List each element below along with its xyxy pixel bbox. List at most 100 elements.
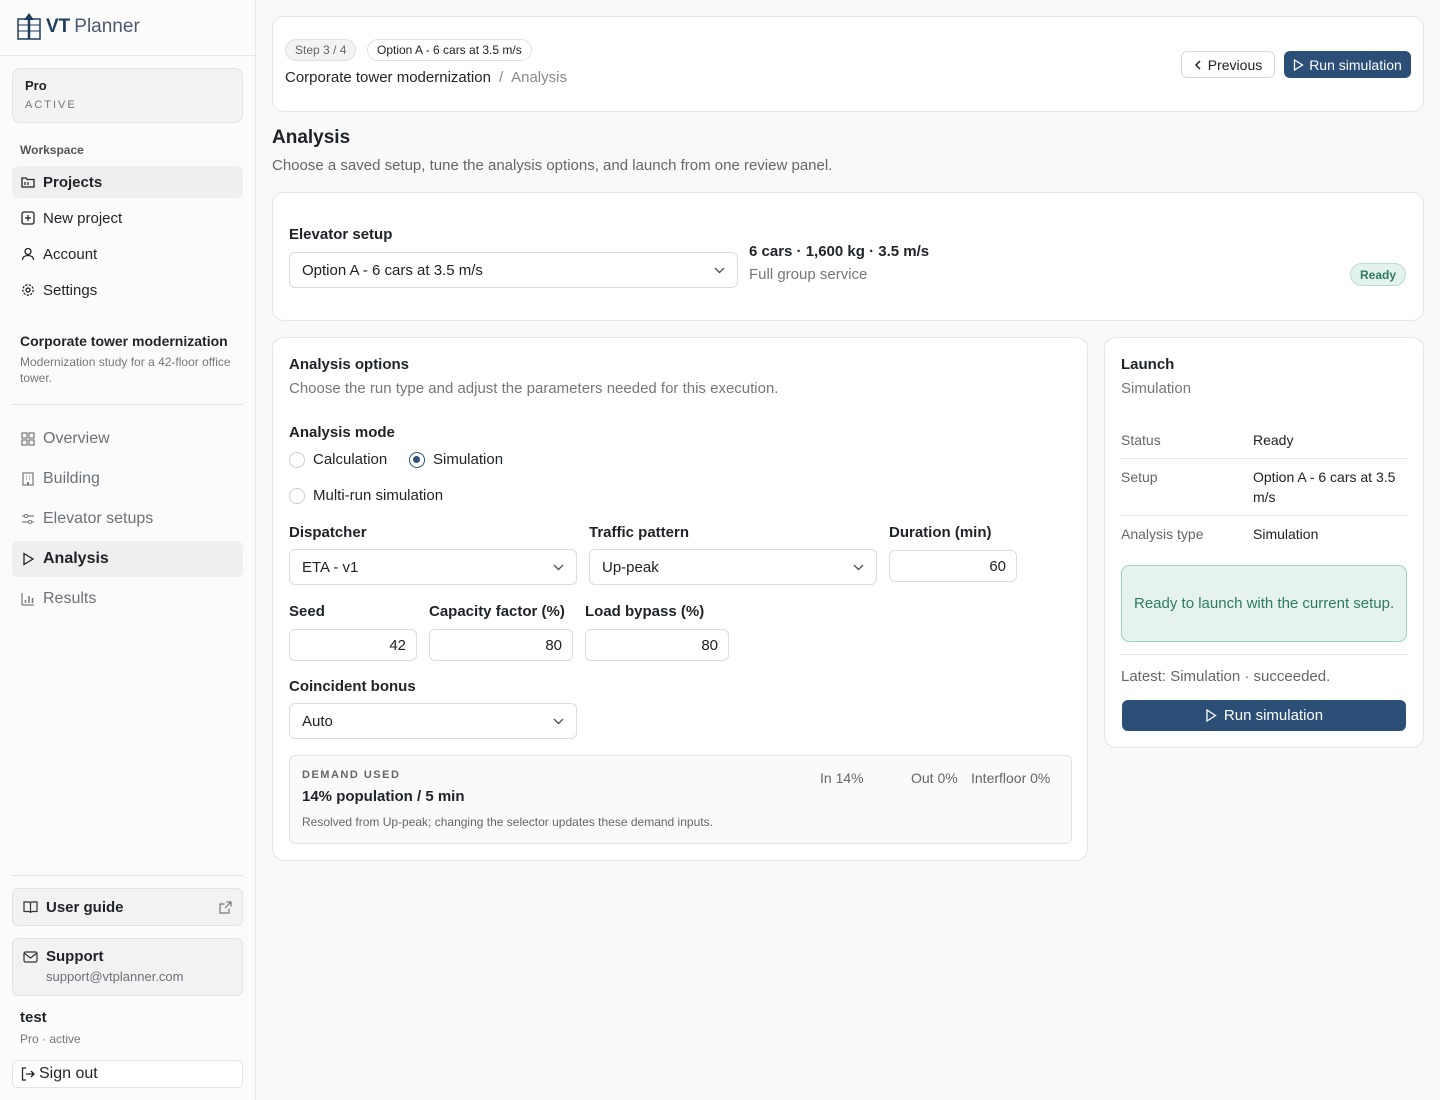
launch-subtitle: Simulation <box>1121 380 1192 397</box>
app-logo[interactable]: VT Planner <box>16 12 140 42</box>
launch-panel: Launch Simulation Status Ready Setup Opt… <box>1104 337 1424 748</box>
sidebar-item-label: Elevator setups <box>43 510 154 527</box>
breadcrumb: Corporate tower modernization / Analysis <box>285 69 567 86</box>
previous-label: Previous <box>1207 56 1263 73</box>
page-title: Analysis <box>272 127 351 148</box>
chevron-down-icon <box>553 564 564 570</box>
chevron-down-icon <box>553 718 564 724</box>
sidebar-item-settings[interactable]: Settings <box>12 274 243 306</box>
user-plan: Pro · active <box>20 1032 81 1046</box>
play-icon <box>23 552 35 566</box>
setup-service: Full group service <box>749 266 868 283</box>
step-indicator: Step 3 / 4 <box>285 39 357 61</box>
sidebar-item-new-project[interactable]: New project <box>12 202 243 234</box>
run-simulation-header-button[interactable]: Run simulation <box>1284 51 1411 78</box>
sidebar-item-projects[interactable]: Projects <box>12 166 243 198</box>
logo-text-primary: VT <box>46 16 71 37</box>
plan-card: Pro ACTIVE <box>12 68 243 123</box>
load-bypass-input[interactable]: 80 <box>585 629 729 661</box>
latest-run-status: Latest: Simulation · succeeded. <box>1121 668 1331 685</box>
logout-icon <box>21 1067 35 1081</box>
book-icon <box>23 901 38 914</box>
plus-square-icon <box>21 211 35 225</box>
coincident-bonus-select[interactable]: Auto <box>289 703 577 739</box>
breadcrumb-project[interactable]: Corporate tower modernization <box>285 69 491 86</box>
demand-out: Out 0% <box>911 770 958 786</box>
elevator-setup-select[interactable]: Option A - 6 cars at 3.5 m/s <box>289 252 738 288</box>
sidebar-item-building[interactable]: Building <box>12 461 243 497</box>
wizard-header: Step 3 / 4 Option A - 6 cars at 3.5 m/s … <box>272 16 1424 112</box>
divider <box>0 55 255 56</box>
radio-calculation[interactable]: Calculation <box>289 451 387 468</box>
radio-simulation[interactable]: Simulation <box>409 451 503 468</box>
project-description: Modernization study for a 42-floor offic… <box>20 355 231 385</box>
breadcrumb-current: Analysis <box>511 69 567 86</box>
sliders-icon <box>22 513 34 525</box>
page-subtitle: Choose a saved setup, tune the analysis … <box>272 157 833 174</box>
seed-label: Seed <box>289 603 325 620</box>
elevator-setup-value: Option A - 6 cars at 3.5 m/s <box>302 261 483 279</box>
divider <box>12 875 243 876</box>
ready-message: Ready to launch with the current setup. <box>1121 565 1407 642</box>
radio-button[interactable] <box>289 451 305 468</box>
run-simulation-label: Run simulation <box>1223 707 1324 724</box>
load-bypass-label: Load bypass (%) <box>585 603 705 620</box>
previous-button[interactable]: Previous <box>1181 51 1275 78</box>
divider <box>12 404 243 405</box>
demand-summary: DEMAND USED 14% population / 5 min Resol… <box>289 755 1072 844</box>
run-simulation-button[interactable]: Run simulation <box>1122 700 1406 731</box>
sidebar-item-elevator-setups[interactable]: Elevator setups <box>12 501 243 537</box>
chevron-down-icon <box>714 267 725 273</box>
traffic-pattern-select[interactable]: Up-peak <box>589 549 877 585</box>
sidebar-item-account[interactable]: Account <box>12 238 243 270</box>
analysis-type-key: Analysis type <box>1121 526 1204 542</box>
building-icon <box>22 472 34 486</box>
sign-out-button[interactable]: Sign out <box>12 1060 243 1088</box>
external-link-icon <box>219 900 232 914</box>
radio-button-selected[interactable] <box>409 451 425 468</box>
status-key: Status <box>1121 432 1161 448</box>
sidebar-item-results[interactable]: Results <box>12 581 243 617</box>
analysis-type-value: Simulation <box>1253 526 1319 542</box>
grid-icon <box>21 432 35 446</box>
sidebar-item-label: New project <box>43 209 123 227</box>
capacity-factor-label: Capacity factor (%) <box>429 603 565 620</box>
seed-input[interactable]: 42 <box>289 629 417 661</box>
options-subtitle: Choose the run type and adjust the param… <box>289 380 779 397</box>
sidebar: VT Planner Pro ACTIVE Workspace Projects… <box>0 0 256 1100</box>
dispatcher-select[interactable]: ETA - v1 <box>289 549 577 585</box>
radio-label: Multi-run simulation <box>313 487 444 504</box>
sidebar-item-label: Analysis <box>43 550 109 567</box>
capacity-factor-input[interactable]: 80 <box>429 629 573 661</box>
coincident-bonus-label: Coincident bonus <box>289 678 416 695</box>
elevator-setup-card: Elevator setup Option A - 6 cars at 3.5 … <box>272 192 1424 321</box>
user-guide-link[interactable]: User guide <box>12 888 243 926</box>
user-name: test <box>20 1009 47 1026</box>
radio-multi-run[interactable]: Multi-run simulation <box>289 487 443 504</box>
user-icon <box>21 247 35 261</box>
run-label: Run simulation <box>1309 56 1402 73</box>
demand-caption: DEMAND USED <box>302 769 401 781</box>
play-icon <box>1294 58 1304 71</box>
current-project: Corporate tower modernization Modernizat… <box>20 333 240 386</box>
user-guide-label: User guide <box>46 898 124 916</box>
support-card[interactable]: Support support@vtplanner.com <box>12 938 243 996</box>
traffic-pattern-value: Up-peak <box>602 558 659 576</box>
mail-icon <box>23 950 38 963</box>
sidebar-item-overview[interactable]: Overview <box>12 421 243 457</box>
analysis-mode-label: Analysis mode <box>289 424 395 441</box>
support-title: Support <box>46 948 104 965</box>
sidebar-item-label: Results <box>43 590 97 607</box>
folder-icon <box>21 177 35 188</box>
sidebar-item-label: Settings <box>43 281 98 299</box>
sidebar-item-analysis[interactable]: Analysis <box>12 541 243 577</box>
status-value: Ready <box>1253 432 1294 448</box>
chevron-left-icon <box>1194 59 1201 70</box>
demand-interfloor: Interfloor 0% <box>971 770 1051 786</box>
support-email: support@vtplanner.com <box>46 969 184 984</box>
elevator-setup-label: Elevator setup <box>289 226 393 243</box>
duration-input[interactable]: 60 <box>889 550 1017 582</box>
user-info: test Pro · active <box>20 1009 81 1046</box>
demand-in: In 14% <box>820 770 864 786</box>
radio-button[interactable] <box>289 487 305 504</box>
